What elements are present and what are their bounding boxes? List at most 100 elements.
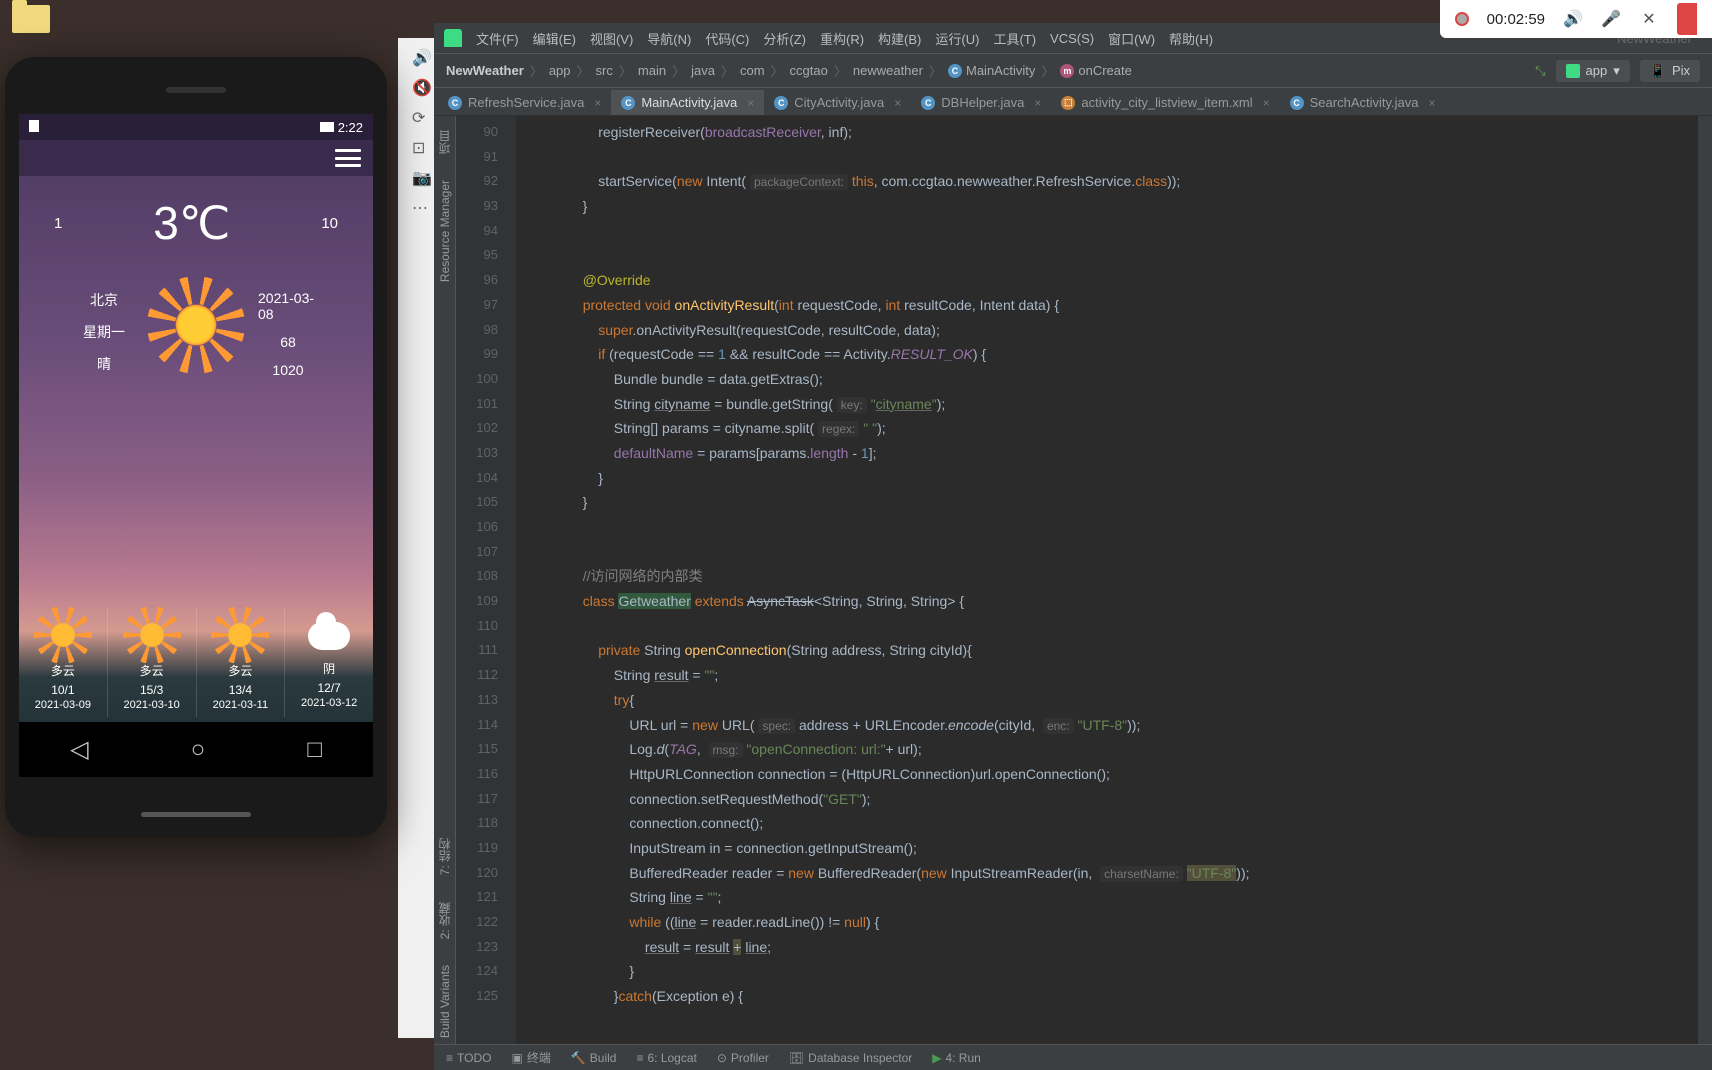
code-editor[interactable]: registerReceiver(broadcastReceiver, inf)… [516,116,1698,1044]
tool-icon[interactable]: 📷 [412,168,432,188]
mic-icon[interactable]: 🎤 [1601,9,1621,29]
menu-icon[interactable] [335,149,361,167]
sun-icon [161,290,231,360]
left-tool-strip: 项目 Resource Manager 7: 结构 2: 收藏 Build Va… [434,116,456,1044]
phone-home-indicator [141,812,251,817]
device-selector[interactable]: 📱Pix [1640,60,1700,82]
menu-navigate[interactable]: 导航(N) [647,29,691,48]
menu-code[interactable]: 代码(C) [705,29,749,48]
menu-edit[interactable]: 编辑(E) [533,29,576,48]
menu-build[interactable]: 构建(B) [878,29,921,48]
error-stripe[interactable] [1698,116,1712,1044]
bottom-tool-bar: ≡ TODO ▣ 终端 🔨 Build ≡ 6: Logcat ⊙ Profil… [434,1044,1712,1070]
android-icon [1566,64,1580,78]
breadcrumb-item[interactable]: ccgtao [790,63,828,78]
phone-speaker [166,87,226,93]
breadcrumb-item[interactable]: onCreate [1078,63,1131,78]
desktop-folder-icon[interactable] [12,5,57,47]
tool-build[interactable]: 🔨 Build [571,1051,617,1065]
tab-cityactivity[interactable]: CCityActivity.java× [764,90,911,115]
close-tab-icon[interactable]: × [1428,96,1435,110]
recent-button[interactable]: □ [307,736,322,764]
sync-icon[interactable]: ⤡ [1535,63,1545,79]
tab-refreshservice[interactable]: CRefreshService.java× [438,90,611,115]
record-indicator-icon [1455,12,1469,26]
editor-body: 项目 Resource Manager 7: 结构 2: 收藏 Build Va… [434,116,1712,1044]
breadcrumb-item[interactable]: main [638,63,666,78]
tool-icon[interactable]: 🔇 [412,78,432,98]
close-icon[interactable]: ✕ [1639,9,1659,29]
date: 2021-03-08 [258,290,318,322]
tool-project[interactable]: 项目 [436,124,453,160]
tool-icon[interactable]: ⊡ [412,138,432,158]
tab-mainactivity[interactable]: CMainActivity.java× [611,90,764,115]
tool-icon[interactable]: ⟳ [412,108,432,128]
menu-vcs[interactable]: VCS(S) [1050,31,1094,46]
lock-icon [29,120,39,132]
close-tab-icon[interactable]: × [1034,96,1041,110]
line-number-gutter[interactable]: 9091929394959697989910010110210310410510… [456,116,516,1044]
navigation-bar: NewWeather〉 app〉 src〉 main〉 java〉 com〉 c… [434,54,1712,88]
tool-icon[interactable]: 🔊 [412,48,432,68]
breadcrumb-item[interactable]: newweather [853,63,923,78]
breadcrumb-item[interactable]: MainActivity [966,63,1035,78]
run-config-selector[interactable]: app▾ [1556,60,1630,82]
volume-icon[interactable]: 🔊 [1563,9,1583,29]
phone-nav-bar: ◁ ○ □ [19,722,373,777]
status-bar: 2:22 [19,114,373,140]
menu-window[interactable]: 窗口(W) [1108,29,1155,48]
temp-low: 1 [54,215,62,232]
tool-terminal[interactable]: ▣ 终端 [511,1049,550,1066]
close-tab-icon[interactable]: × [594,96,601,110]
editor-tabs: CRefreshService.java× CMainActivity.java… [434,88,1712,116]
breadcrumb-item[interactable]: com [740,63,765,78]
tool-run[interactable]: ▶ 4: Run [932,1051,981,1065]
breadcrumb-item[interactable]: NewWeather [446,63,524,78]
humidity: 68 [280,334,296,350]
sun-icon [131,614,173,656]
close-tab-icon[interactable]: × [1263,96,1270,110]
menu-refactor[interactable]: 重构(R) [820,29,864,48]
forecast-row: 多云 10/1 2021-03-09 多云 15/3 2021-03-10 多云… [19,608,373,717]
forecast-item[interactable]: 多云 15/3 2021-03-10 [107,608,196,717]
app-bar [19,140,373,176]
tab-searchactivity[interactable]: CSearchActivity.java× [1280,90,1446,115]
stop-record-button[interactable] [1677,3,1697,35]
tool-favorites[interactable]: 2: 收藏 [436,896,453,945]
menu-run[interactable]: 运行(U) [935,29,979,48]
tool-build-variants[interactable]: Build Variants [438,959,452,1044]
temperature: 3℃ [153,196,230,250]
forecast-item[interactable]: 多云 10/1 2021-03-09 [19,608,107,717]
menu-help[interactable]: 帮助(H) [1169,29,1213,48]
tool-resource-manager[interactable]: Resource Manager [438,174,452,288]
close-tab-icon[interactable]: × [747,96,754,110]
phone-screen[interactable]: 2:22 1 3℃ 10 北京 星期一 晴 2021-03-08 68 [19,114,373,777]
tool-icon[interactable]: ⋯ [412,198,432,218]
tab-layout-xml[interactable]: ⬚activity_city_listview_item.xml× [1051,90,1279,115]
breadcrumb-item[interactable]: java [691,63,715,78]
android-studio-window: 文件(F) 编辑(E) 视图(V) 导航(N) 代码(C) 分析(Z) 重构(R… [434,23,1712,1070]
weather-main: 1 3℃ 10 北京 星期一 晴 2021-03-08 68 1020 [19,176,373,378]
tab-dbhelper[interactable]: CDBHelper.java× [911,90,1051,115]
tool-logcat[interactable]: ≡ 6: Logcat [636,1051,696,1065]
forecast-item[interactable]: 多云 13/4 2021-03-11 [196,608,285,717]
breadcrumb-item[interactable]: src [596,63,613,78]
temp-high: 10 [321,215,338,232]
tool-profiler[interactable]: ⊙ Profiler [717,1051,769,1065]
menu-analyze[interactable]: 分析(Z) [763,29,806,48]
weekday: 星期一 [83,322,125,342]
menu-view[interactable]: 视图(V) [590,29,633,48]
tool-structure[interactable]: 7: 结构 [436,832,453,881]
city-name: 北京 [90,290,118,310]
menu-tools[interactable]: 工具(T) [993,29,1036,48]
breadcrumb-item[interactable]: app [549,63,571,78]
menu-file[interactable]: 文件(F) [476,29,519,48]
home-button[interactable]: ○ [191,736,206,764]
tool-database[interactable]: 🗄 Database Inspector [789,1051,912,1065]
close-tab-icon[interactable]: × [894,96,901,110]
sun-icon [219,614,261,656]
tool-todo[interactable]: ≡ TODO [446,1051,491,1065]
back-button[interactable]: ◁ [70,735,88,764]
forecast-item[interactable]: 阴 12/7 2021-03-12 [284,608,373,717]
android-emulator: 2:22 1 3℃ 10 北京 星期一 晴 2021-03-08 68 [5,57,387,837]
